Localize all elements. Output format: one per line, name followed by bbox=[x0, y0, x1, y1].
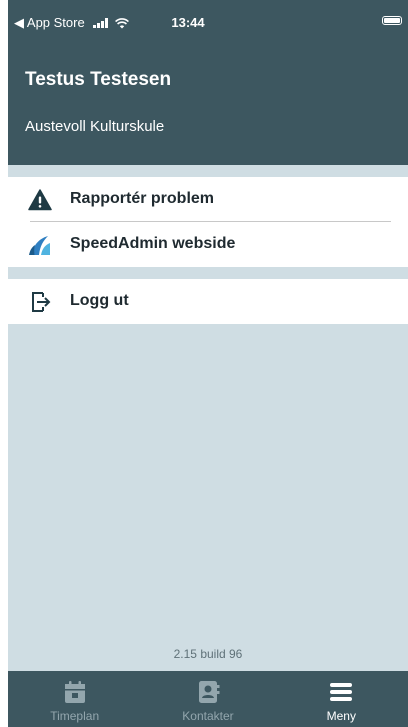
menu-group-account: Logg ut bbox=[8, 279, 408, 324]
speedadmin-logo-icon bbox=[29, 236, 50, 255]
app-version: 2.15 build 96 bbox=[173, 647, 243, 661]
app-screen: ◀ App Store 13:44 Testus Testesen Austev… bbox=[8, 0, 408, 727]
menu-group-links: Rapportér problem SpeedAdmin webside bbox=[8, 177, 408, 267]
tab-meny[interactable]: Meny bbox=[275, 671, 408, 727]
logout-icon bbox=[32, 292, 51, 312]
tab-timeplan-label: Timeplan bbox=[50, 709, 100, 723]
profile-header: Testus Testesen Austevoll Kulturskule bbox=[8, 44, 408, 165]
logout-label: Logg ut bbox=[70, 292, 129, 309]
tab-kontakter-label: Kontakter bbox=[182, 709, 234, 723]
status-bar: ◀ App Store 13:44 bbox=[8, 0, 408, 44]
school-name: Austevoll Kulturskule bbox=[25, 118, 165, 135]
speedadmin-website-label: SpeedAdmin webside bbox=[70, 235, 236, 252]
speedadmin-website-item[interactable]: SpeedAdmin webside bbox=[8, 222, 408, 267]
report-problem-label: Rapportér problem bbox=[70, 190, 215, 207]
tab-timeplan[interactable]: Timeplan bbox=[8, 671, 141, 727]
user-name: Testus Testesen bbox=[25, 69, 172, 90]
calendar-icon bbox=[64, 681, 85, 703]
tab-meny-label: Meny bbox=[326, 709, 356, 723]
report-problem-item[interactable]: Rapportér problem bbox=[8, 177, 408, 222]
menu-icon bbox=[330, 683, 353, 701]
contacts-icon bbox=[198, 681, 220, 703]
tab-kontakter[interactable]: Kontakter bbox=[141, 671, 274, 727]
battery-icon bbox=[382, 16, 402, 25]
warning-icon bbox=[28, 189, 52, 211]
status-time: 13:44 bbox=[171, 15, 205, 30]
logout-item[interactable]: Logg ut bbox=[8, 279, 408, 324]
tab-bar: Timeplan Kontakter Meny bbox=[8, 671, 408, 727]
